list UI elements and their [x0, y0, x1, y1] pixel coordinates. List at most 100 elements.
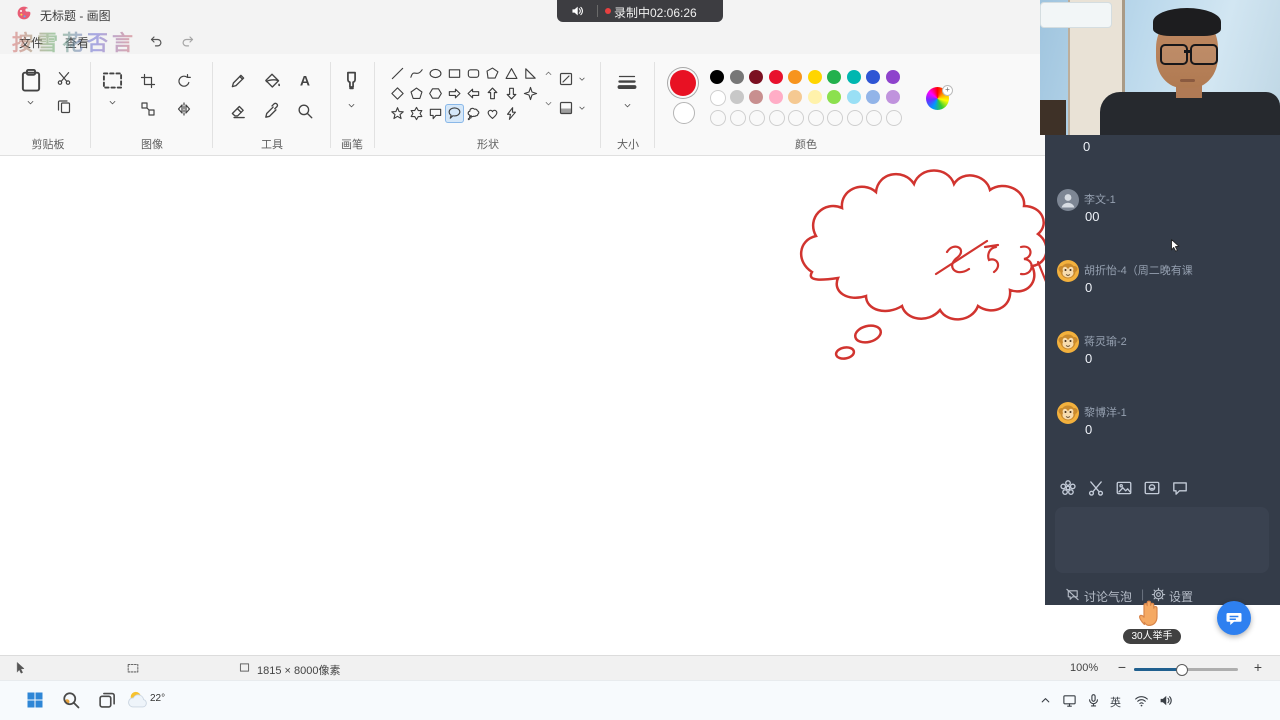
avatar[interactable]: [1057, 402, 1079, 424]
palette-color[interactable]: [827, 90, 841, 104]
zoom-out-button[interactable]: −: [1112, 656, 1132, 678]
fill-tool-button[interactable]: [263, 72, 281, 90]
speaker-icon[interactable]: [570, 4, 584, 18]
paste-chevron-icon[interactable]: [25, 97, 36, 108]
shape-arrow-down[interactable]: [502, 84, 521, 103]
shape-rounded-callout[interactable]: [426, 104, 445, 123]
copy-button[interactable]: [56, 98, 72, 114]
rotate-button[interactable]: [176, 73, 192, 89]
pencil-tool-button[interactable]: [229, 72, 247, 90]
shapes-scroll-up-icon[interactable]: [543, 68, 554, 79]
raise-hand-icon[interactable]: [1134, 596, 1166, 628]
bubble-toggle-icon[interactable]: [1065, 587, 1080, 602]
tray-expand-icon[interactable]: [1038, 693, 1053, 708]
shape-six-point-star[interactable]: [407, 104, 426, 123]
shape-diamond[interactable]: [388, 84, 407, 103]
color1-swatch[interactable]: [670, 70, 696, 96]
shape-lightning[interactable]: [502, 104, 521, 123]
stroke-size-button[interactable]: [616, 72, 638, 92]
palette-color[interactable]: [729, 110, 746, 126]
shape-oval-callout[interactable]: [445, 104, 464, 123]
palette-color[interactable]: [749, 70, 763, 84]
redo-icon[interactable]: [180, 33, 196, 49]
palette-color[interactable]: [710, 110, 726, 126]
palette-color[interactable]: [885, 70, 900, 84]
cut-button[interactable]: [56, 70, 72, 86]
palette-color[interactable]: [710, 90, 726, 106]
settings-label[interactable]: 设置: [1169, 588, 1193, 605]
size-chevron-icon[interactable]: [622, 100, 633, 111]
magnifier-tool-button[interactable]: [296, 102, 314, 120]
flower-icon[interactable]: [1059, 479, 1077, 497]
palette-color[interactable]: [749, 90, 763, 104]
palette-color[interactable]: [866, 90, 880, 104]
palette-color[interactable]: [846, 90, 861, 104]
palette-color[interactable]: [788, 70, 802, 84]
ime-indicator[interactable]: 英: [1110, 694, 1121, 709]
shape-four-point-star[interactable]: [521, 84, 540, 103]
avatar[interactable]: [1057, 260, 1079, 282]
comment-icon[interactable]: [1171, 479, 1189, 497]
palette-color[interactable]: [807, 90, 822, 104]
avatar[interactable]: [1057, 189, 1079, 211]
shape-right-triangle[interactable]: [521, 64, 540, 83]
palette-color[interactable]: [866, 70, 880, 84]
flip-button[interactable]: [176, 101, 192, 117]
shape-fill-chevron-icon[interactable]: [577, 103, 587, 113]
shape-arrow-up[interactable]: [483, 84, 502, 103]
shape-polygon[interactable]: [483, 64, 502, 83]
microphone-tray-icon[interactable]: [1086, 693, 1101, 708]
shape-outline-button[interactable]: [558, 71, 574, 87]
palette-color[interactable]: [807, 110, 824, 126]
shape-line[interactable]: [388, 64, 407, 83]
select-button[interactable]: [100, 68, 125, 93]
shape-fill-button[interactable]: [558, 100, 574, 116]
palette-color[interactable]: [729, 70, 744, 84]
open-chat-button[interactable]: [1217, 601, 1251, 635]
shape-rectangle[interactable]: [445, 64, 464, 83]
image-icon[interactable]: [1115, 479, 1133, 497]
brush-button[interactable]: [340, 69, 363, 92]
eyedropper-tool-button[interactable]: [263, 102, 281, 120]
palette-color[interactable]: [827, 70, 841, 84]
palette-color[interactable]: [768, 110, 785, 126]
wifi-icon[interactable]: [1134, 693, 1149, 708]
meme-icon[interactable]: [1143, 479, 1161, 497]
palette-color[interactable]: [885, 90, 900, 104]
shape-arrow-right[interactable]: [445, 84, 464, 103]
shape-hexagon[interactable]: [426, 84, 445, 103]
undo-icon[interactable]: [148, 33, 164, 49]
shape-five-point-star[interactable]: [388, 104, 407, 123]
chat-input[interactable]: [1055, 507, 1269, 573]
shape-rounded-rectangle[interactable]: [464, 64, 483, 83]
shape-triangle[interactable]: [502, 64, 521, 83]
shape-heart[interactable]: [483, 104, 502, 123]
bubble-toggle-label[interactable]: 讨论气泡: [1084, 588, 1132, 605]
palette-color[interactable]: [807, 70, 822, 84]
shape-arrow-left[interactable]: [464, 84, 483, 103]
paste-button[interactable]: [18, 67, 44, 93]
eraser-tool-button[interactable]: [229, 102, 247, 120]
palette-color[interactable]: [749, 110, 765, 126]
palette-color[interactable]: [827, 110, 843, 126]
avatar[interactable]: [1057, 331, 1079, 353]
palette-color[interactable]: [729, 90, 744, 104]
zoom-slider-handle[interactable]: [1176, 664, 1188, 676]
palette-color[interactable]: [768, 70, 783, 84]
palette-color[interactable]: [885, 110, 902, 126]
scissors-icon[interactable]: [1087, 479, 1105, 497]
brush-chevron-icon[interactable]: [346, 100, 357, 111]
shapes-scroll-down-icon[interactable]: [543, 98, 554, 109]
display-tray-icon[interactable]: [1062, 693, 1077, 708]
select-chevron-icon[interactable]: [107, 97, 118, 108]
palette-color[interactable]: [710, 70, 724, 84]
palette-color[interactable]: [846, 70, 861, 84]
palette-color[interactable]: [788, 90, 802, 104]
shape-oval[interactable]: [426, 64, 445, 83]
crop-button[interactable]: [140, 73, 156, 89]
shape-pentagon[interactable]: [407, 84, 426, 103]
palette-color[interactable]: [768, 90, 783, 104]
color2-swatch[interactable]: [673, 102, 695, 124]
text-tool-button[interactable]: A: [296, 72, 314, 90]
palette-color[interactable]: [866, 110, 882, 126]
